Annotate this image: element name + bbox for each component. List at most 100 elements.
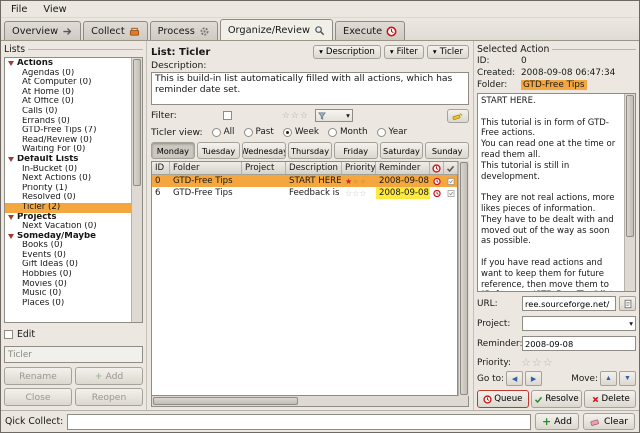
row-resolve-checkbox[interactable] bbox=[444, 187, 458, 199]
move-up-button[interactable]: ▲ bbox=[600, 371, 617, 386]
row-queue-icon[interactable] bbox=[430, 175, 444, 187]
url-input[interactable] bbox=[522, 296, 616, 311]
list-item[interactable]: Movies (0) bbox=[5, 280, 131, 290]
column-folder[interactable]: Folder bbox=[170, 162, 242, 174]
lists-scrollbar[interactable] bbox=[131, 58, 142, 322]
column-description[interactable]: Description bbox=[286, 162, 342, 174]
table-row[interactable]: 6 GTD-Free Tips Feedback is ... ☆☆☆ 2008… bbox=[152, 187, 457, 199]
reminder-input[interactable] bbox=[522, 336, 636, 351]
queue-button[interactable]: Queue bbox=[477, 390, 529, 408]
edit-checkbox[interactable] bbox=[4, 329, 13, 339]
tab-collect[interactable]: Collect bbox=[83, 21, 148, 40]
reopen-list-button[interactable]: Reopen bbox=[75, 388, 143, 406]
scrollbar-thumb[interactable] bbox=[133, 59, 141, 186]
row-queue-icon[interactable] bbox=[430, 187, 444, 199]
list-group[interactable]: Someday/Maybe bbox=[5, 232, 131, 242]
list-item[interactable]: Read/Review (0) bbox=[5, 136, 131, 146]
tab-overview[interactable]: Overview bbox=[4, 21, 82, 40]
table-row[interactable]: 0 GTD-Free Tips START HERE ... ★★★ 2008-… bbox=[152, 175, 457, 187]
list-item[interactable]: Music (0) bbox=[5, 289, 131, 299]
radio-all[interactable]: All bbox=[211, 127, 235, 137]
filter-checkbox[interactable] bbox=[222, 111, 232, 120]
day-saturday-button[interactable]: Saturday bbox=[379, 142, 424, 159]
radio-past[interactable]: Past bbox=[243, 127, 274, 137]
list-group[interactable]: Default Lists bbox=[5, 155, 131, 165]
tab-organize-review[interactable]: Organize/Review bbox=[219, 19, 333, 40]
quick-collect-input[interactable] bbox=[67, 413, 531, 430]
list-name-input[interactable] bbox=[4, 346, 143, 363]
column-resolve-icon[interactable] bbox=[444, 162, 458, 174]
day-tuesday-button[interactable]: Tuesday bbox=[196, 142, 241, 159]
list-item[interactable]: At Office (0) bbox=[5, 97, 131, 107]
day-monday-button[interactable]: Monday bbox=[151, 142, 195, 159]
delete-button[interactable]: Delete bbox=[584, 390, 637, 408]
column-reminder[interactable]: Reminder bbox=[376, 162, 430, 174]
list-group[interactable]: Projects bbox=[5, 213, 131, 223]
action-description-textarea[interactable]: START HERE. This tutorial is in form of … bbox=[478, 94, 624, 291]
list-item[interactable]: Priority (1) bbox=[5, 184, 131, 194]
project-combo[interactable]: ▾ bbox=[522, 316, 636, 331]
edit-toggle[interactable]: Edit bbox=[4, 327, 143, 341]
rename-button[interactable]: Rename bbox=[4, 367, 72, 385]
day-wednesday-button[interactable]: Wednesday bbox=[242, 142, 287, 159]
list-item[interactable]: GTD-Free Tips (7) bbox=[5, 126, 131, 136]
open-url-button[interactable] bbox=[619, 296, 636, 311]
table-scrollbar[interactable] bbox=[458, 161, 469, 396]
row-resolve-checkbox[interactable] bbox=[444, 175, 458, 187]
list-item[interactable]: Gift Ideas (0) bbox=[5, 260, 131, 270]
lists-panel-title: Lists bbox=[4, 43, 143, 55]
close-list-button[interactable]: Close bbox=[4, 388, 72, 406]
list-item[interactable]: Next Vacation (0) bbox=[5, 222, 131, 232]
column-queue-icon[interactable] bbox=[430, 162, 444, 174]
move-down-button[interactable]: ▼ bbox=[619, 371, 636, 386]
column-id[interactable]: ID bbox=[152, 162, 170, 174]
quick-add-button[interactable]: + Add bbox=[534, 413, 579, 430]
day-sunday-button[interactable]: Sunday bbox=[425, 142, 470, 159]
filter-priority-stars[interactable]: ☆☆☆ bbox=[282, 111, 309, 121]
goto-previous-button[interactable]: ◀ bbox=[506, 371, 524, 386]
tab-execute[interactable]: Execute bbox=[335, 21, 406, 40]
highlight-button[interactable] bbox=[447, 108, 469, 123]
list-item[interactable]: Hobbies (0) bbox=[5, 270, 131, 280]
list-item[interactable]: Books (0) bbox=[5, 241, 131, 251]
list-item[interactable]: Resolved (0) bbox=[5, 193, 131, 203]
scrollbar-thumb[interactable] bbox=[460, 162, 468, 395]
list-item[interactable]: Errands (0) bbox=[5, 117, 131, 127]
list-item[interactable]: Places (0) bbox=[5, 299, 131, 309]
add-list-button[interactable]: + Add bbox=[75, 367, 143, 385]
list-item[interactable]: Waiting For (0) bbox=[5, 145, 131, 155]
filter-combo[interactable]: ▾ bbox=[314, 109, 353, 122]
list-item[interactable]: Calls (0) bbox=[5, 107, 131, 117]
list-item-ticler[interactable]: Ticler (2) bbox=[5, 202, 131, 213]
radio-year[interactable]: Year bbox=[376, 127, 407, 137]
group-expander-icon bbox=[8, 157, 14, 163]
list-item[interactable]: At Computer (0) bbox=[5, 78, 131, 88]
radio-week[interactable]: Week bbox=[282, 127, 319, 137]
list-item[interactable]: In-Bucket (0) bbox=[5, 165, 131, 175]
description-scrollbar[interactable] bbox=[624, 94, 635, 291]
resolve-button[interactable]: Resolve bbox=[530, 390, 583, 408]
cell-folder: GTD-Free Tips bbox=[173, 176, 233, 186]
toggle-ticler-button[interactable]: ▾ Ticler bbox=[426, 45, 469, 59]
scrollbar-thumb[interactable] bbox=[153, 397, 299, 405]
menu-file[interactable]: File bbox=[4, 3, 34, 16]
priority-stars[interactable]: ☆☆☆ bbox=[521, 356, 554, 369]
list-group[interactable]: Actions bbox=[5, 59, 131, 69]
list-item[interactable]: Events (0) bbox=[5, 251, 131, 261]
menu-view[interactable]: View bbox=[36, 3, 73, 16]
list-item[interactable]: At Home (0) bbox=[5, 88, 131, 98]
radio-month[interactable]: Month bbox=[327, 127, 368, 137]
column-priority[interactable]: Priority bbox=[342, 162, 376, 174]
list-item[interactable]: Agendas (0) bbox=[5, 69, 131, 79]
list-item[interactable]: Next Actions (0) bbox=[5, 174, 131, 184]
scrollbar-thumb[interactable] bbox=[626, 95, 634, 237]
day-friday-button[interactable]: Friday bbox=[333, 142, 378, 159]
table-horizontal-scrollbar[interactable] bbox=[151, 396, 469, 407]
tab-process[interactable]: Process bbox=[149, 21, 218, 40]
column-project[interactable]: Project bbox=[242, 162, 286, 174]
toggle-description-button[interactable]: ▾ Description bbox=[313, 45, 381, 59]
day-thursday-button[interactable]: Thursday bbox=[288, 142, 332, 159]
toggle-filter-button[interactable]: ▾ Filter bbox=[383, 45, 424, 59]
clear-button[interactable]: Clear bbox=[582, 413, 635, 430]
goto-next-button[interactable]: ▶ bbox=[525, 371, 543, 386]
